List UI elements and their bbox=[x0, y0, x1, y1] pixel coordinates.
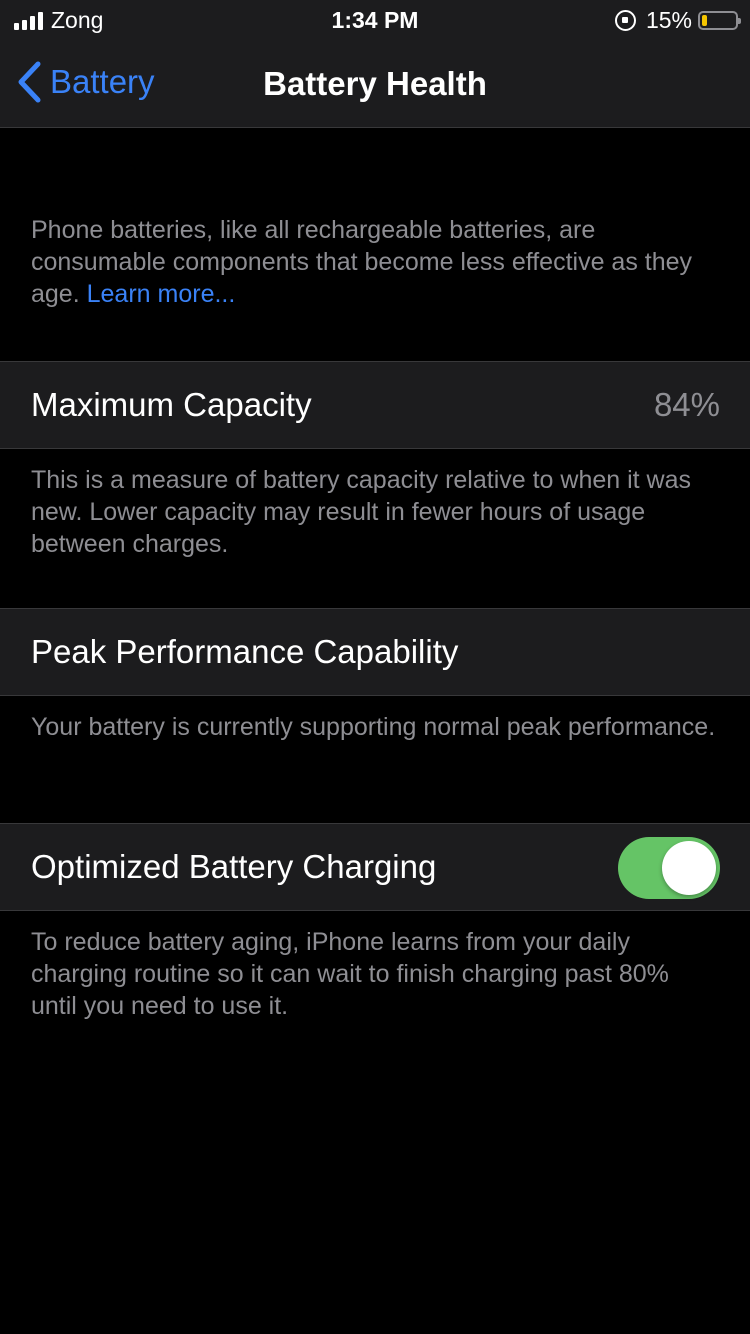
peak-performance-label: Peak Performance Capability bbox=[31, 633, 459, 670]
intro-text: Phone batteries, like all rechargeable b… bbox=[31, 214, 721, 310]
rotation-lock-icon bbox=[614, 10, 636, 31]
page-title: Battery Health bbox=[263, 65, 487, 102]
toggle-knob[interactable] bbox=[662, 841, 716, 895]
maximum-capacity-value: 84% bbox=[653, 386, 720, 423]
navigation-bar: Battery Battery Health bbox=[0, 40, 750, 128]
optimized-charging-description: To reduce battery aging, iPhone learns f… bbox=[31, 928, 669, 1020]
battery-icon bbox=[698, 11, 741, 30]
peak-performance-row: Peak Performance Capability bbox=[0, 608, 750, 696]
optimized-charging-row: Optimized Battery Charging bbox=[0, 823, 750, 911]
maximum-capacity-label: Maximum Capacity bbox=[31, 386, 312, 423]
optimized-charging-label: Optimized Battery Charging bbox=[31, 848, 437, 885]
battery-health-screen: Zong 1:34 PM 15% Battery Battery Health … bbox=[0, 0, 750, 1334]
status-right: 15% bbox=[614, 7, 741, 34]
maximum-capacity-description: This is a measure of battery capacity re… bbox=[31, 466, 692, 558]
peak-performance-description: Your battery is currently supporting nor… bbox=[31, 713, 716, 741]
optimized-charging-toggle[interactable] bbox=[618, 837, 720, 899]
status-bar: Zong 1:34 PM 15% bbox=[0, 0, 750, 40]
maximum-capacity-row: Maximum Capacity 84% bbox=[0, 361, 750, 449]
battery-fill bbox=[702, 15, 707, 26]
battery-percent: 15% bbox=[645, 7, 692, 33]
learn-more-link[interactable]: Learn more... bbox=[87, 280, 236, 308]
